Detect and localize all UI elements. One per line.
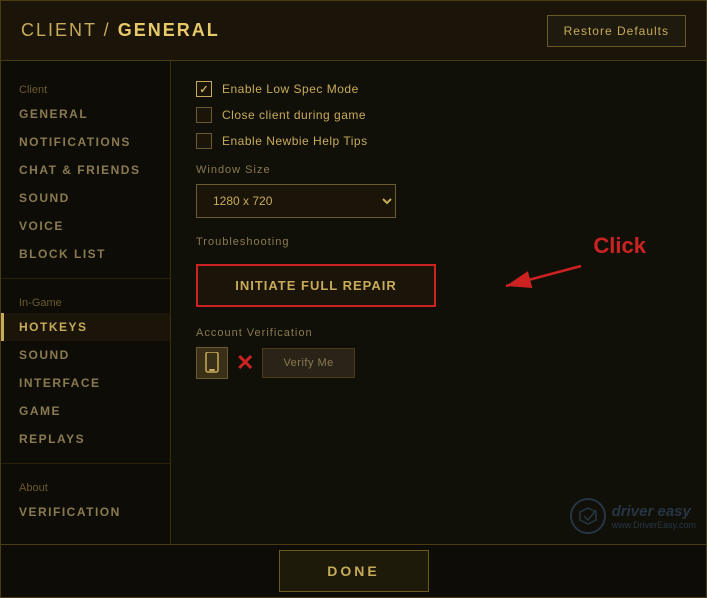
checkbox-newbie-help-label: Enable Newbie Help Tips — [222, 134, 368, 148]
checkbox-close-client[interactable] — [196, 107, 212, 123]
window-size-select[interactable]: 1280 x 720 1920 x 1080 1600 x 900 1024 x… — [196, 184, 396, 218]
page-title-main: GENERAL — [118, 20, 220, 40]
checkbox-low-spec[interactable] — [196, 81, 212, 97]
checkbox-low-spec-label: Enable Low Spec Mode — [222, 82, 359, 96]
sidebar-item-notifications[interactable]: NOTIFICATIONS — [1, 128, 170, 156]
sidebar-section-client: Client — [1, 76, 170, 100]
done-button[interactable]: DONE — [279, 550, 429, 592]
watermark-brand: driver easy — [612, 503, 696, 520]
phone-icon — [196, 347, 228, 379]
page-title: CLIENT / GENERAL — [21, 20, 220, 41]
sidebar-item-chat-friends[interactable]: CHAT & FRIENDS — [1, 156, 170, 184]
sidebar-item-general[interactable]: GENERAL — [1, 100, 170, 128]
content-panel: Enable Low Spec Mode Close client during… — [171, 61, 706, 544]
sidebar-item-voice[interactable]: VOICE — [1, 212, 170, 240]
troubleshooting-section: Troubleshooting Initiate Full Repair — [196, 236, 681, 307]
sidebar-section-about: About — [1, 474, 170, 498]
account-verification-label: Account Verification — [196, 327, 681, 339]
account-icons: ✕ Verify Me — [196, 347, 681, 379]
window-size-label: Window Size — [196, 164, 681, 176]
sidebar-item-interface[interactable]: INTERFACE — [1, 369, 170, 397]
sidebar-item-block-list[interactable]: BLOCK LIST — [1, 240, 170, 268]
sidebar-divider — [1, 278, 170, 279]
watermark: driver easy www.DriverEasy.com — [570, 498, 696, 534]
initiate-repair-button[interactable]: Initiate Full Repair — [196, 264, 436, 307]
main-content: Client GENERAL NOTIFICATIONS CHAT & FRIE… — [1, 61, 706, 544]
checkbox-row-close-client: Close client during game — [196, 107, 681, 123]
account-verification-section: Account Verification ✕ Verify Me — [196, 327, 681, 379]
checkbox-close-client-label: Close client during game — [222, 108, 366, 122]
header: CLIENT / GENERAL Restore Defaults — [1, 1, 706, 61]
sidebar-item-replays[interactable]: REPLAYS — [1, 425, 170, 453]
checkbox-row-low-spec: Enable Low Spec Mode — [196, 81, 681, 97]
page-title-prefix: CLIENT / — [21, 20, 118, 40]
sidebar-item-verification[interactable]: VERIFICATION — [1, 498, 170, 526]
sidebar-divider-2 — [1, 463, 170, 464]
footer: DONE — [1, 544, 706, 597]
watermark-url: www.DriverEasy.com — [612, 520, 696, 530]
sidebar-section-ingame: In-Game — [1, 289, 170, 313]
sidebar-item-hotkeys[interactable]: HOTKEYS — [1, 313, 170, 341]
sidebar-item-game[interactable]: GAME — [1, 397, 170, 425]
checkbox-newbie-help[interactable] — [196, 133, 212, 149]
sidebar-item-sound-ingame[interactable]: SOUND — [1, 341, 170, 369]
sidebar: Client GENERAL NOTIFICATIONS CHAT & FRIE… — [1, 61, 171, 544]
restore-defaults-button[interactable]: Restore Defaults — [547, 15, 686, 47]
x-icon: ✕ — [236, 350, 254, 376]
checkbox-row-newbie-help: Enable Newbie Help Tips — [196, 133, 681, 149]
troubleshooting-label: Troubleshooting — [196, 236, 681, 248]
app-window: CLIENT / GENERAL Restore Defaults Client… — [0, 0, 707, 598]
sidebar-item-sound[interactable]: SOUND — [1, 184, 170, 212]
verify-me-button[interactable]: Verify Me — [262, 348, 354, 378]
